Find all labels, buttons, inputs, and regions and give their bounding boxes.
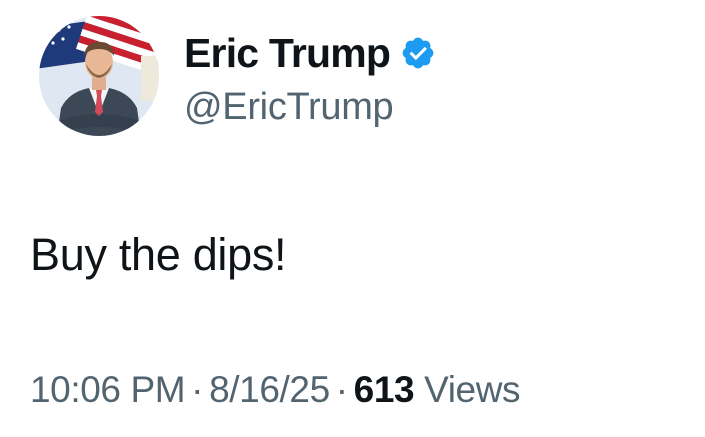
views-label: Views (424, 369, 521, 410)
avatar[interactable] (39, 16, 159, 136)
tweet-card: Eric Trump @EricTrump Buy the dips! 10:0… (0, 0, 705, 437)
timestamp-date[interactable]: 8/16/25 (209, 369, 330, 410)
author-handle[interactable]: @EricTrump (184, 82, 394, 132)
tweet-text: Buy the dips! (30, 229, 287, 280)
tweet-meta: 10:06 PM · 8/16/25 · 613 Views (30, 365, 521, 415)
separator-dot: · (335, 369, 348, 410)
separator-dot: · (191, 369, 204, 410)
timestamp-time[interactable]: 10:06 PM (30, 369, 186, 410)
author-row: Eric Trump (184, 28, 436, 78)
avatar-photo (39, 16, 159, 136)
display-name[interactable]: Eric Trump (184, 28, 391, 78)
views-count: 613 (353, 369, 415, 410)
verified-badge-icon[interactable] (400, 35, 436, 71)
